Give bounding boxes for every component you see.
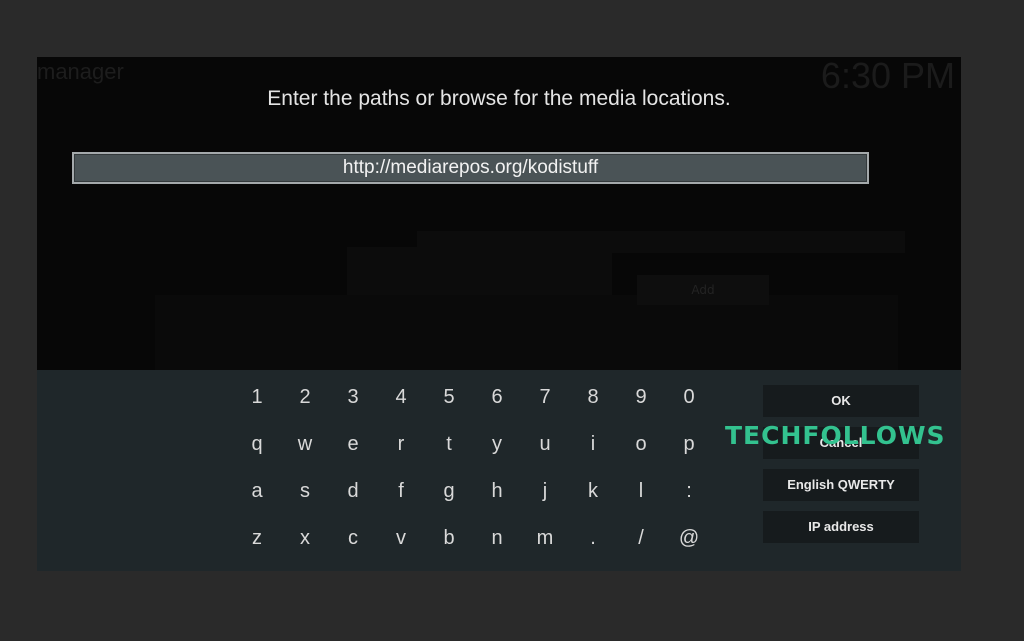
key[interactable]: z [234,516,280,560]
key[interactable]: q [234,422,280,466]
ok-button[interactable]: OK [763,385,919,417]
key[interactable]: j [522,469,568,513]
key[interactable]: c [330,516,376,560]
key[interactable]: . [570,516,616,560]
key[interactable]: m [522,516,568,560]
key[interactable]: n [474,516,520,560]
keyboard-layout-button[interactable]: English QWERTY [763,469,919,501]
key[interactable]: y [474,422,520,466]
key[interactable]: k [570,469,616,513]
key[interactable]: @ [666,516,712,560]
background-window-title: manager [37,59,124,84]
key[interactable]: b [426,516,472,560]
key[interactable]: : [666,469,712,513]
background-panel [347,247,612,299]
background-add-button: Add [637,275,769,305]
key[interactable]: 6 [474,375,520,419]
key[interactable]: t [426,422,472,466]
background-panel [155,295,898,370]
key[interactable]: 9 [618,375,664,419]
key[interactable]: 7 [522,375,568,419]
key[interactable]: s [282,469,328,513]
ip-address-button[interactable]: IP address [763,511,919,543]
key[interactable]: / [618,516,664,560]
key[interactable]: u [522,422,568,466]
key[interactable]: d [330,469,376,513]
key[interactable]: r [378,422,424,466]
watermark-logo: TECHFOLLOWS [725,421,946,450]
key[interactable]: p [666,422,712,466]
key[interactable]: 8 [570,375,616,419]
key[interactable]: f [378,469,424,513]
key[interactable]: 5 [426,375,472,419]
key[interactable]: e [330,422,376,466]
key[interactable]: g [426,469,472,513]
key[interactable]: x [282,516,328,560]
key[interactable]: 1 [234,375,280,419]
key[interactable]: v [378,516,424,560]
key[interactable]: l [618,469,664,513]
key[interactable]: o [618,422,664,466]
kodi-screen: manager 6:30 PM Add Enter the paths or b… [37,57,961,571]
key[interactable]: 0 [666,375,712,419]
key[interactable]: w [282,422,328,466]
key[interactable]: 2 [282,375,328,419]
key[interactable]: 3 [330,375,376,419]
dialog-heading: Enter the paths or browse for the media … [267,87,731,110]
key[interactable]: a [234,469,280,513]
key[interactable]: 4 [378,375,424,419]
key[interactable]: i [570,422,616,466]
on-screen-keyboard: 1 2 3 4 5 6 7 8 9 0 q w e r t y u i o p … [37,370,961,571]
key[interactable]: h [474,469,520,513]
media-path-input[interactable]: http://mediarepos.org/kodistuff [72,152,869,184]
